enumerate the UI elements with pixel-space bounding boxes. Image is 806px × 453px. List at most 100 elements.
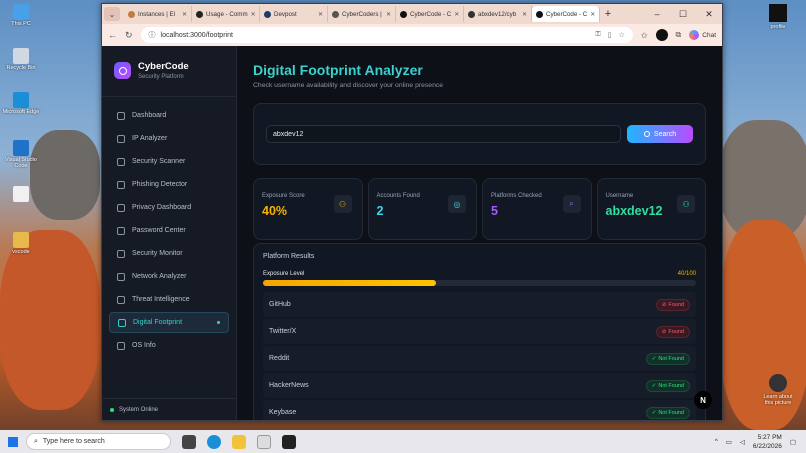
tab-label: CyberCode - C <box>410 10 452 18</box>
sidebar-item-label: Threat Intelligence <box>132 296 190 303</box>
sidebar-item-label: Privacy Dashboard <box>132 204 192 211</box>
status-badge: ⊘ Found <box>655 298 690 311</box>
tab-actions-icon[interactable]: ⌄ <box>104 7 120 21</box>
tab-label: Devpost <box>274 10 297 18</box>
desktop-icon-file[interactable] <box>2 186 40 203</box>
browser-tab[interactable]: CyberCoders | ✕ <box>328 6 396 22</box>
sidebar-item-password-center[interactable]: Password Center <box>109 220 229 241</box>
search-button-label: Search <box>653 130 677 138</box>
url-bar[interactable]: ⓘ localhost:3000/footprint ⚿ ▯ ☆ <box>140 27 633 43</box>
status-dot-icon <box>110 407 114 412</box>
sidebar-item-security-scanner[interactable]: Security Scanner <box>109 151 229 172</box>
tab-label: CyberCode - C <box>546 10 588 18</box>
tab-favicon-icon <box>196 10 203 18</box>
network-icon[interactable]: ▭ <box>726 438 732 446</box>
nav-item-icon <box>117 295 125 304</box>
sidebar-item-dashboard[interactable]: Dashboard <box>109 105 229 126</box>
store-icon[interactable] <box>257 434 271 449</box>
new-tab-icon[interactable]: + <box>600 8 616 20</box>
sidebar-item-digital-footprint[interactable]: Digital Footprint <box>109 312 229 333</box>
tab-favicon-icon <box>332 10 339 18</box>
tab-close-icon[interactable]: ✕ <box>454 11 459 18</box>
desktop-icon-recycle-bin[interactable]: Recycle Bin <box>2 48 40 71</box>
key-icon[interactable]: ⚿ <box>595 31 600 39</box>
browser-tab[interactable]: abxdev12/cyb ✕ <box>464 6 532 22</box>
chevron-up-icon[interactable]: ^ <box>715 438 718 445</box>
profile-avatar[interactable] <box>655 29 668 41</box>
platform-row: Reddit ✓ Not Found <box>263 346 696 371</box>
nav-item-icon <box>117 249 125 258</box>
desktop-icon-computer[interactable]: This PC <box>2 4 40 27</box>
favorites-icon[interactable]: ✩ <box>641 31 648 40</box>
results-title: Platform Results <box>263 253 315 260</box>
page-info-icon[interactable]: ⓘ <box>149 30 156 40</box>
status-badge: ✓ Not Found <box>645 379 690 392</box>
brand-name: CyberCode <box>138 61 189 72</box>
exposure-bar-fill <box>263 280 437 286</box>
sidebar-item-ip-analyzer[interactable]: IP Analyzer <box>109 128 229 149</box>
sidebar-item-security-monitor[interactable]: Security Monitor <box>109 243 229 264</box>
browser-tab[interactable]: Devpost ✕ <box>260 6 328 22</box>
maximize-icon[interactable]: ☐ <box>670 9 696 20</box>
taskbar-search[interactable]: ⌕ Type here to search <box>26 433 171 450</box>
desktop-icon-profile[interactable]: profile <box>760 4 796 30</box>
search-button[interactable]: Search <box>627 125 693 143</box>
desktop-icon-folder[interactable]: vscode <box>2 232 40 255</box>
desktop-icon-label: Visual Studio Code <box>4 157 37 169</box>
minimize-icon[interactable]: – <box>644 9 670 20</box>
sidebar-item-threat-intelligence[interactable]: Threat Intelligence <box>109 289 229 310</box>
copilot-chat-button[interactable]: Chat <box>689 30 716 40</box>
extensions-icon[interactable]: ⧉ <box>676 30 682 40</box>
platform-name: HackerNews <box>269 382 309 389</box>
tab-close-icon[interactable]: ✕ <box>251 11 256 18</box>
window-controls: – ☐ ✕ <box>644 9 722 20</box>
recycle-bin-icon <box>13 48 29 64</box>
tab-close-icon[interactable]: ✕ <box>590 11 595 18</box>
sidebar-item-os-info[interactable]: OS Info <box>109 335 229 356</box>
tab-close-icon[interactable]: ✕ <box>522 11 527 18</box>
next-fab-button[interactable]: N <box>694 391 712 409</box>
reading-view-icon[interactable]: ▯ <box>608 31 612 39</box>
browser-tab[interactable]: Instances | El ✕ <box>124 6 192 22</box>
sidebar-item-phishing-detector[interactable]: Phishing Detector <box>109 174 229 195</box>
tab-close-icon[interactable]: ✕ <box>182 11 187 18</box>
refresh-icon[interactable]: ↻ <box>125 30 133 41</box>
check-icon: ✓ <box>651 355 657 362</box>
tab-close-icon[interactable]: ✕ <box>318 11 323 18</box>
terminal-icon[interactable] <box>282 434 296 449</box>
taskbar-search-placeholder: Type here to search <box>42 438 105 445</box>
browser-tab[interactable]: CyberCode - C ✕ <box>532 6 600 22</box>
status-badge-label: Found <box>668 301 684 308</box>
clock[interactable]: 5:27 PM 6/22/2026 <box>753 433 782 451</box>
browser-tab[interactable]: CyberCode - C ✕ <box>396 6 464 22</box>
user-check-icon: ⚇ <box>333 195 352 213</box>
edge-taskbar-icon[interactable] <box>207 434 221 449</box>
windows-icon <box>8 436 18 447</box>
logo-icon <box>114 62 131 79</box>
desktop-icon-camera[interactable]: Learn about this picture <box>760 374 796 406</box>
sidebar-item-label: Phishing Detector <box>132 181 188 188</box>
sidebar-item-network-analyzer[interactable]: Network Analyzer <box>109 266 229 287</box>
start-button[interactable] <box>0 436 26 447</box>
volume-icon[interactable]: ◁ <box>740 438 745 446</box>
notifications-icon[interactable]: ▢ <box>790 438 796 446</box>
file-explorer-icon[interactable] <box>232 434 246 449</box>
desktop-icon-vscode[interactable]: Visual Studio Code <box>2 140 40 169</box>
username-input[interactable] <box>266 125 621 143</box>
favorite-star-icon[interactable]: ☆ <box>619 31 625 39</box>
sidebar-nav: Dashboard IP Analyzer Security Scanner Phis… <box>102 97 236 366</box>
sidebar-item-label: OS Info <box>132 342 156 349</box>
sidebar-item-privacy-dashboard[interactable]: Privacy Dashboard <box>109 197 229 218</box>
browser-tab[interactable]: Usage - Comm ✕ <box>192 6 260 22</box>
desktop-icon-edge[interactable]: Microsoft Edge <box>2 92 40 115</box>
task-view-icon[interactable] <box>182 434 196 449</box>
check-icon: ✓ <box>651 382 657 389</box>
tab-close-icon[interactable]: ✕ <box>386 11 391 18</box>
exposure-label: Exposure Level <box>263 271 305 277</box>
found-icon: ⊘ <box>661 328 667 335</box>
active-indicator-icon <box>217 321 220 324</box>
exposure-bar <box>263 280 696 286</box>
tab-bar: ⌄ Instances | El ✕ Usage - Comm ✕ Devpost ✕ Cy… <box>102 4 722 24</box>
back-icon[interactable]: ← <box>108 30 117 40</box>
close-icon[interactable]: ✕ <box>696 9 722 20</box>
